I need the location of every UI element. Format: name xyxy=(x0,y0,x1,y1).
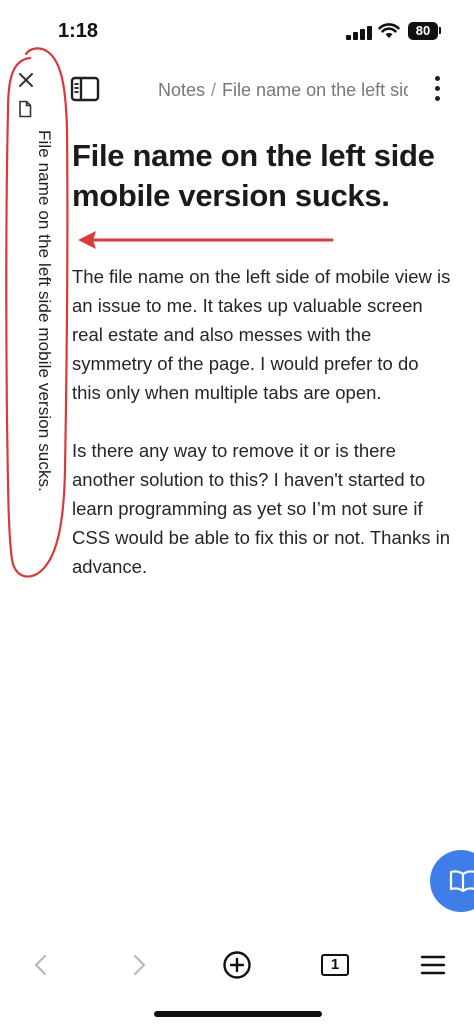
note-header: Notes / File name on the left side mobil… xyxy=(62,62,474,116)
bottom-toolbar: 1 xyxy=(0,940,474,990)
more-options-icon[interactable] xyxy=(428,74,448,104)
annotation-arrow xyxy=(78,231,334,249)
chevron-left-icon[interactable] xyxy=(24,948,58,982)
breadcrumb[interactable]: Notes / File name on the left side mobil… xyxy=(152,78,408,102)
battery-level: 80 xyxy=(408,22,438,40)
plus-circle-icon[interactable] xyxy=(220,948,254,982)
side-tab-title[interactable]: File name on the left side mobile versio… xyxy=(34,130,54,492)
status-bar: 1:18 80 xyxy=(0,0,474,62)
note-paragraph: Is there any way to remove it or is ther… xyxy=(72,440,451,577)
battery-tip xyxy=(439,27,441,34)
cellular-signal-icon xyxy=(346,26,372,40)
tab-count: 1 xyxy=(330,956,340,973)
close-icon[interactable] xyxy=(14,68,38,92)
note-paragraph: The file name on the left side of mobile… xyxy=(72,266,451,403)
menu-icon[interactable] xyxy=(416,948,450,982)
tabs-button[interactable]: 1 xyxy=(318,948,352,982)
note-title: File name on the left side mobile versio… xyxy=(72,138,435,214)
status-time: 1:18 xyxy=(58,20,99,42)
breadcrumb-folder[interactable]: Notes xyxy=(158,80,205,101)
breadcrumb-separator: / xyxy=(211,79,217,100)
wifi-icon xyxy=(378,23,400,38)
breadcrumb-file[interactable]: File name on the left side mobile versio… xyxy=(222,80,408,101)
sidebar-toggle-icon[interactable] xyxy=(70,76,100,102)
book-open-icon xyxy=(449,870,474,893)
vertical-tab-header[interactable]: File name on the left side mobile versio… xyxy=(0,48,62,578)
home-indicator xyxy=(154,1011,322,1017)
document-icon xyxy=(19,100,32,118)
note-body: The file name on the left side of mobile… xyxy=(72,262,452,610)
reading-view-button[interactable] xyxy=(430,850,474,912)
chevron-right-icon[interactable] xyxy=(122,948,156,982)
